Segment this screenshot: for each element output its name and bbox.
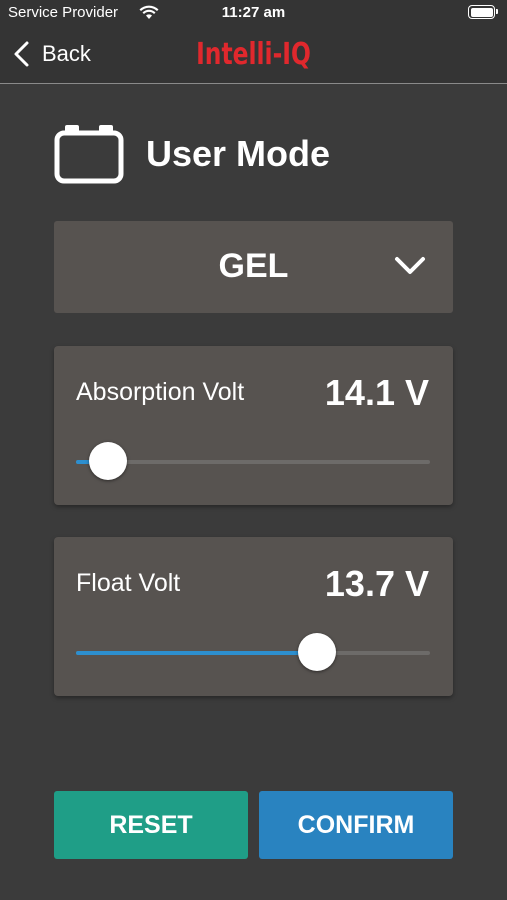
mode-header: User Mode [54,124,330,184]
navigation-bar: Back Intelli-IQ [0,26,507,84]
float-volt-value: 13.7 V [324,563,429,604]
absorption-volt-card: Absorption Volt 14.1 V [54,346,453,505]
float-volt-card: Float Volt 13.7 V [54,537,453,696]
battery-type-dropdown[interactable]: GEL [54,221,453,313]
float-volt-slider[interactable] [76,633,430,671]
reset-button[interactable]: RESET [54,791,248,859]
page-title: User Mode [146,133,331,174]
float-slider-thumb[interactable] [297,633,336,671]
app-logo: Intelli-IQ [196,37,311,72]
absorption-slider-thumb[interactable] [88,442,127,480]
battery-icon [468,5,498,19]
confirm-button[interactable]: CONFIRM [259,791,453,859]
status-time: 11:27 am [221,4,286,21]
status-bar: Service Provider 11:27 am [0,0,507,26]
absorption-volt-label: Absorption Volt [76,378,245,406]
float-slider-fill [76,651,317,655]
absorption-volt-slider[interactable] [76,442,430,480]
chevron-down-icon [395,257,425,274]
battery-outline-icon [54,125,124,184]
absorption-volt-value: 14.1 V [324,372,429,413]
float-volt-label: Float Volt [76,569,181,597]
chevron-left-icon [14,41,29,67]
